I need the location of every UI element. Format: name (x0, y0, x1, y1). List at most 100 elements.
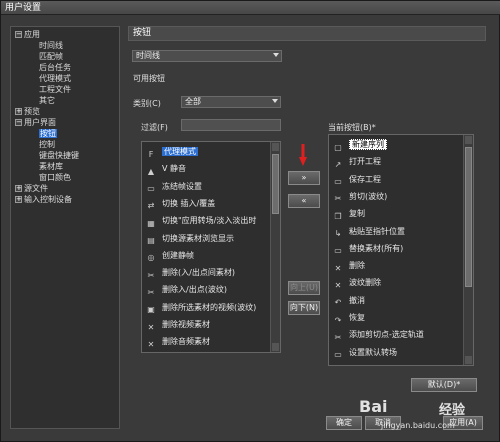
list-item[interactable]: ↳ 粘贴至指针位置 (331, 224, 405, 239)
remove-button[interactable]: « (288, 194, 320, 208)
tree-item[interactable]: 代理模式 (39, 74, 71, 84)
list-item[interactable]: ↷ 恢复 (331, 310, 365, 325)
tree-item-label: 用户界面 (24, 118, 56, 127)
list-item-label: 切换 插入/覆盖 (162, 198, 216, 208)
current-buttons-list[interactable]: ▢ 新建序列 ↗ 打开工程 ▭ 保存工程 ✂ 剪切(波纹) ❐ 复制 ↳ 粘贴至指针位置 ▭ 替换素材(所… (328, 134, 474, 366)
list-item-label: 冻结帧设置 (162, 181, 202, 191)
tree-item-label: 按钮 (39, 129, 57, 138)
tree-item-label: 控制 (39, 140, 55, 149)
scroll-up-icon[interactable] (465, 136, 472, 144)
tree-item[interactable]: 工程文件 (39, 85, 71, 95)
list-item-label: 添加剪切点-选定轨道 (349, 330, 424, 340)
filter-input[interactable] (181, 119, 281, 131)
red-arrow-annotation-icon (299, 144, 307, 166)
list-item[interactable]: ❐ 复制 (331, 206, 365, 221)
category-select-value: 全部 (185, 97, 201, 106)
button-icon: ✕ (334, 280, 342, 290)
scroll-up-icon[interactable] (272, 143, 279, 151)
list-item[interactable]: ✕ 删除音频素材 (144, 334, 210, 349)
button-icon: ▭ (147, 184, 155, 194)
scroll-thumb[interactable] (465, 147, 472, 287)
list-item[interactable]: ✕ 删除视频素材 (144, 317, 210, 332)
tree-item-label: 源文件 (24, 184, 48, 193)
expand-icon[interactable]: + (15, 108, 22, 115)
list-item[interactable]: ✂ 添加剪切点-选定轨道 (331, 327, 424, 342)
expand-icon[interactable]: + (15, 185, 22, 192)
category-select[interactable]: 全部 (181, 96, 281, 108)
list-item[interactable]: ▣ 删除所选素材的视频(波纹) (144, 300, 256, 315)
tree-item[interactable]: 后台任务 (39, 63, 71, 73)
tree-item-label: 代理模式 (39, 74, 71, 83)
available-buttons-list[interactable]: F 代理模式 ▲ V 静音 ▭ 冻结帧设置 ⇄ 切换 插入/覆盖 ▦ 切换"应用转场/淡入淡出时 ▤… (141, 141, 281, 353)
list-item[interactable]: ✂ 删除(入/出点间素材) (144, 265, 235, 280)
move-down-button[interactable]: 向下(N) (288, 301, 320, 315)
chevron-down-icon (272, 99, 278, 103)
scroll-down-icon[interactable] (272, 343, 279, 351)
tree-item[interactable]: − 用户界面 (15, 118, 56, 128)
list-item-label: 删除音频素材 (162, 337, 210, 347)
default-button[interactable]: 默认(D)* (411, 378, 477, 392)
tree-item[interactable]: + 输入控制设备 (15, 195, 72, 205)
list-item[interactable]: ▢ 新建序列 (331, 137, 387, 152)
list-item[interactable]: ✕ 波纹删除 (331, 275, 381, 290)
target-select-value: 时间线 (136, 51, 160, 60)
tree-item-label: 应用 (24, 30, 40, 39)
list-item-label: 删除 (349, 261, 365, 271)
tree-item[interactable]: + 源文件 (15, 184, 48, 194)
button-icon: ✕ (147, 339, 155, 349)
tree-item[interactable]: 按钮 (39, 129, 57, 139)
tree-item[interactable]: 其它 (39, 96, 55, 106)
list-item[interactable]: ▦ 切换"应用转场/淡入淡出时 (144, 213, 256, 228)
list-item[interactable]: F 代理模式 (144, 144, 198, 159)
scroll-thumb[interactable] (272, 154, 279, 214)
list-item[interactable]: ✕ 删除 (331, 258, 365, 273)
list-item[interactable]: ↗ 打开工程 (331, 154, 381, 169)
available-list-scrollbar[interactable] (270, 142, 280, 352)
tree-item-label: 素材库 (39, 162, 63, 171)
list-item-label: 复制 (349, 209, 365, 219)
list-item-label: 代理模式 (162, 147, 198, 156)
list-item-label: 波纹删除 (349, 278, 381, 288)
list-item[interactable]: ✂ 删除入/出点(波纹) (144, 282, 227, 297)
tree-item[interactable]: 匹配帧 (39, 52, 63, 62)
category-label: 类别(C) (133, 99, 161, 108)
tree-item[interactable]: 键盘快捷键 (39, 151, 79, 161)
list-item[interactable]: ◎ 创建静帧 (144, 248, 195, 263)
add-button[interactable]: » (288, 171, 320, 185)
target-select[interactable]: 时间线 (132, 50, 282, 62)
watermark-site: jingyan.baidu.com (381, 421, 455, 430)
expand-icon[interactable]: + (15, 196, 22, 203)
ok-button[interactable]: 确定 (326, 416, 362, 430)
scroll-down-icon[interactable] (465, 356, 472, 364)
button-icon: ✂ (147, 270, 155, 280)
tree-item[interactable]: 素材库 (39, 162, 63, 172)
tree-item[interactable]: 控制 (39, 140, 55, 150)
list-item[interactable]: ↶ 撤消 (331, 293, 365, 308)
button-icon: ▦ (147, 218, 155, 228)
move-up-button[interactable]: 向上(U) (288, 281, 320, 295)
tree-item-label: 预览 (24, 107, 40, 116)
list-item[interactable]: ▭ 替换素材(所有) (331, 241, 403, 256)
tree-item[interactable]: + 预览 (15, 107, 40, 117)
list-item-label: 删除入/出点(波纹) (162, 285, 227, 295)
collapse-icon[interactable]: − (15, 31, 22, 38)
collapse-icon[interactable]: − (15, 119, 22, 126)
settings-tree[interactable]: − 应用 时间线 匹配帧 后台任务 代理模式 工程文件 其它 + 预览 − 用户界面 按钮 控制 键盘快捷键… (10, 26, 120, 429)
button-icon: ✕ (147, 322, 155, 332)
tree-item[interactable]: 时间线 (39, 41, 63, 51)
list-item-label: 新建序列 (349, 139, 387, 150)
list-item[interactable]: ▭ 设置默认转场 (331, 345, 397, 360)
tree-item[interactable]: 窗口颜色 (39, 173, 71, 183)
button-icon: ✂ (147, 287, 155, 297)
tree-item[interactable]: − 应用 (15, 30, 40, 40)
current-list-scrollbar[interactable] (463, 135, 473, 365)
list-item-label: 删除(入/出点间素材) (162, 268, 235, 278)
list-item[interactable]: ▲ V 静音 (144, 161, 186, 176)
list-item[interactable]: ✂ 剪切(波纹) (331, 189, 388, 204)
list-item[interactable]: ▭ 保存工程 (331, 172, 381, 187)
list-item[interactable]: ▭ 冻结帧设置 (144, 179, 202, 194)
list-item[interactable]: ⇄ 切换 插入/覆盖 (144, 196, 216, 211)
button-icon: ↷ (334, 315, 342, 325)
list-item[interactable]: ▤ 切换源素材浏览显示 (144, 231, 234, 246)
tree-item-label: 窗口颜色 (39, 173, 71, 182)
